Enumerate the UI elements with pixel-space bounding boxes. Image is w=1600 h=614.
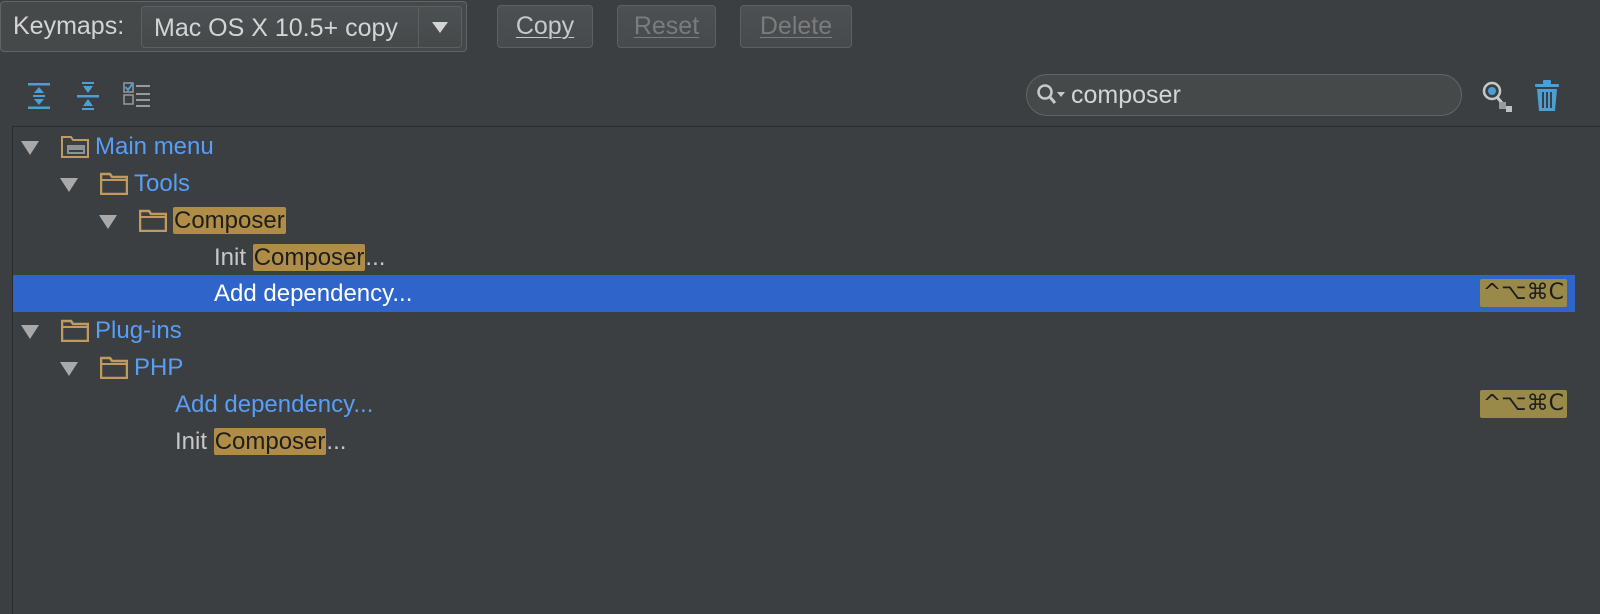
keymap-settings-panel: Keymaps: Mac OS X 10.5+ copy Copy Reset … bbox=[0, 0, 1600, 614]
label-suffix: ... bbox=[365, 244, 386, 271]
folder-icon bbox=[100, 356, 128, 379]
tree-node-php[interactable]: PHP bbox=[13, 349, 1575, 386]
expand-toggle-icon[interactable] bbox=[99, 215, 117, 229]
tree-node-add-dependency[interactable]: Add dependency... ^⌥⌘C bbox=[13, 275, 1575, 312]
tree-label: Main menu bbox=[95, 133, 214, 160]
search-match-highlight: Composer bbox=[252, 244, 366, 271]
keymap-tree[interactable]: Main menu Tools Composer Init Composer..… bbox=[12, 126, 1600, 614]
search-match-highlight: Composer bbox=[173, 207, 286, 234]
dropdown-divider bbox=[418, 7, 419, 47]
trash-icon[interactable] bbox=[1530, 78, 1564, 114]
tree-node-php-init-composer[interactable]: Init Composer... bbox=[13, 423, 1575, 460]
copy-button[interactable]: Copy bbox=[497, 5, 593, 48]
tree-node-composer[interactable]: Composer bbox=[13, 202, 1575, 239]
tree-label: Composer bbox=[173, 207, 286, 235]
folder-icon bbox=[100, 172, 128, 195]
menu-folder-icon bbox=[61, 136, 89, 158]
tree-label: Add dependency... bbox=[214, 280, 413, 307]
find-shortcut-icon[interactable] bbox=[1478, 78, 1514, 114]
shortcut-badge: ^⌥⌘C bbox=[1479, 390, 1567, 418]
tree-label: Init Composer... bbox=[214, 244, 385, 272]
keymaps-group: Keymaps: Mac OS X 10.5+ copy bbox=[0, 1, 467, 52]
expand-toggle-icon[interactable] bbox=[21, 141, 39, 155]
keymap-dropdown[interactable]: Mac OS X 10.5+ copy bbox=[141, 6, 462, 48]
chevron-down-icon[interactable] bbox=[432, 22, 448, 33]
shortcut-badge: ^⌥⌘C bbox=[1479, 279, 1567, 307]
keymap-header: Keymaps: Mac OS X 10.5+ copy Copy Reset … bbox=[0, 0, 1600, 56]
search-match-highlight: Composer bbox=[213, 428, 327, 455]
keymap-dropdown-value: Mac OS X 10.5+ copy bbox=[154, 14, 398, 42]
expand-all-icon[interactable] bbox=[23, 80, 55, 112]
reset-button[interactable]: Reset bbox=[617, 5, 716, 48]
expand-toggle-icon[interactable] bbox=[60, 178, 78, 192]
delete-button[interactable]: Delete bbox=[740, 5, 852, 48]
tree-node-main-menu[interactable]: Main menu bbox=[13, 128, 1575, 165]
label-suffix: ... bbox=[326, 428, 347, 455]
label-prefix: Init bbox=[214, 244, 253, 271]
tree-label: Plug-ins bbox=[95, 317, 182, 344]
tree-label: PHP bbox=[134, 354, 184, 381]
folder-icon bbox=[139, 209, 167, 232]
checklist-icon[interactable] bbox=[121, 80, 153, 112]
tree-toolbar bbox=[0, 66, 1600, 126]
expand-toggle-icon[interactable] bbox=[21, 325, 39, 339]
tree-label: Tools bbox=[134, 170, 191, 197]
search-field[interactable] bbox=[1026, 74, 1462, 116]
search-input[interactable] bbox=[1071, 78, 1441, 112]
search-icon[interactable] bbox=[1036, 83, 1070, 107]
tree-node-php-add-dependency[interactable]: Add dependency... ^⌥⌘C bbox=[13, 386, 1575, 423]
folder-icon bbox=[61, 319, 89, 342]
tree-node-init-composer[interactable]: Init Composer... bbox=[13, 239, 1575, 276]
label-prefix: Init bbox=[175, 428, 214, 455]
keymaps-label: Keymaps: bbox=[13, 12, 125, 40]
tree-node-plugins[interactable]: Plug-ins bbox=[13, 312, 1575, 349]
tree-label: Add dependency... bbox=[175, 391, 374, 418]
collapse-all-icon[interactable] bbox=[72, 80, 104, 112]
tree-label: Init Composer... bbox=[175, 428, 346, 456]
expand-toggle-icon[interactable] bbox=[60, 362, 78, 376]
tree-node-tools[interactable]: Tools bbox=[13, 165, 1575, 202]
